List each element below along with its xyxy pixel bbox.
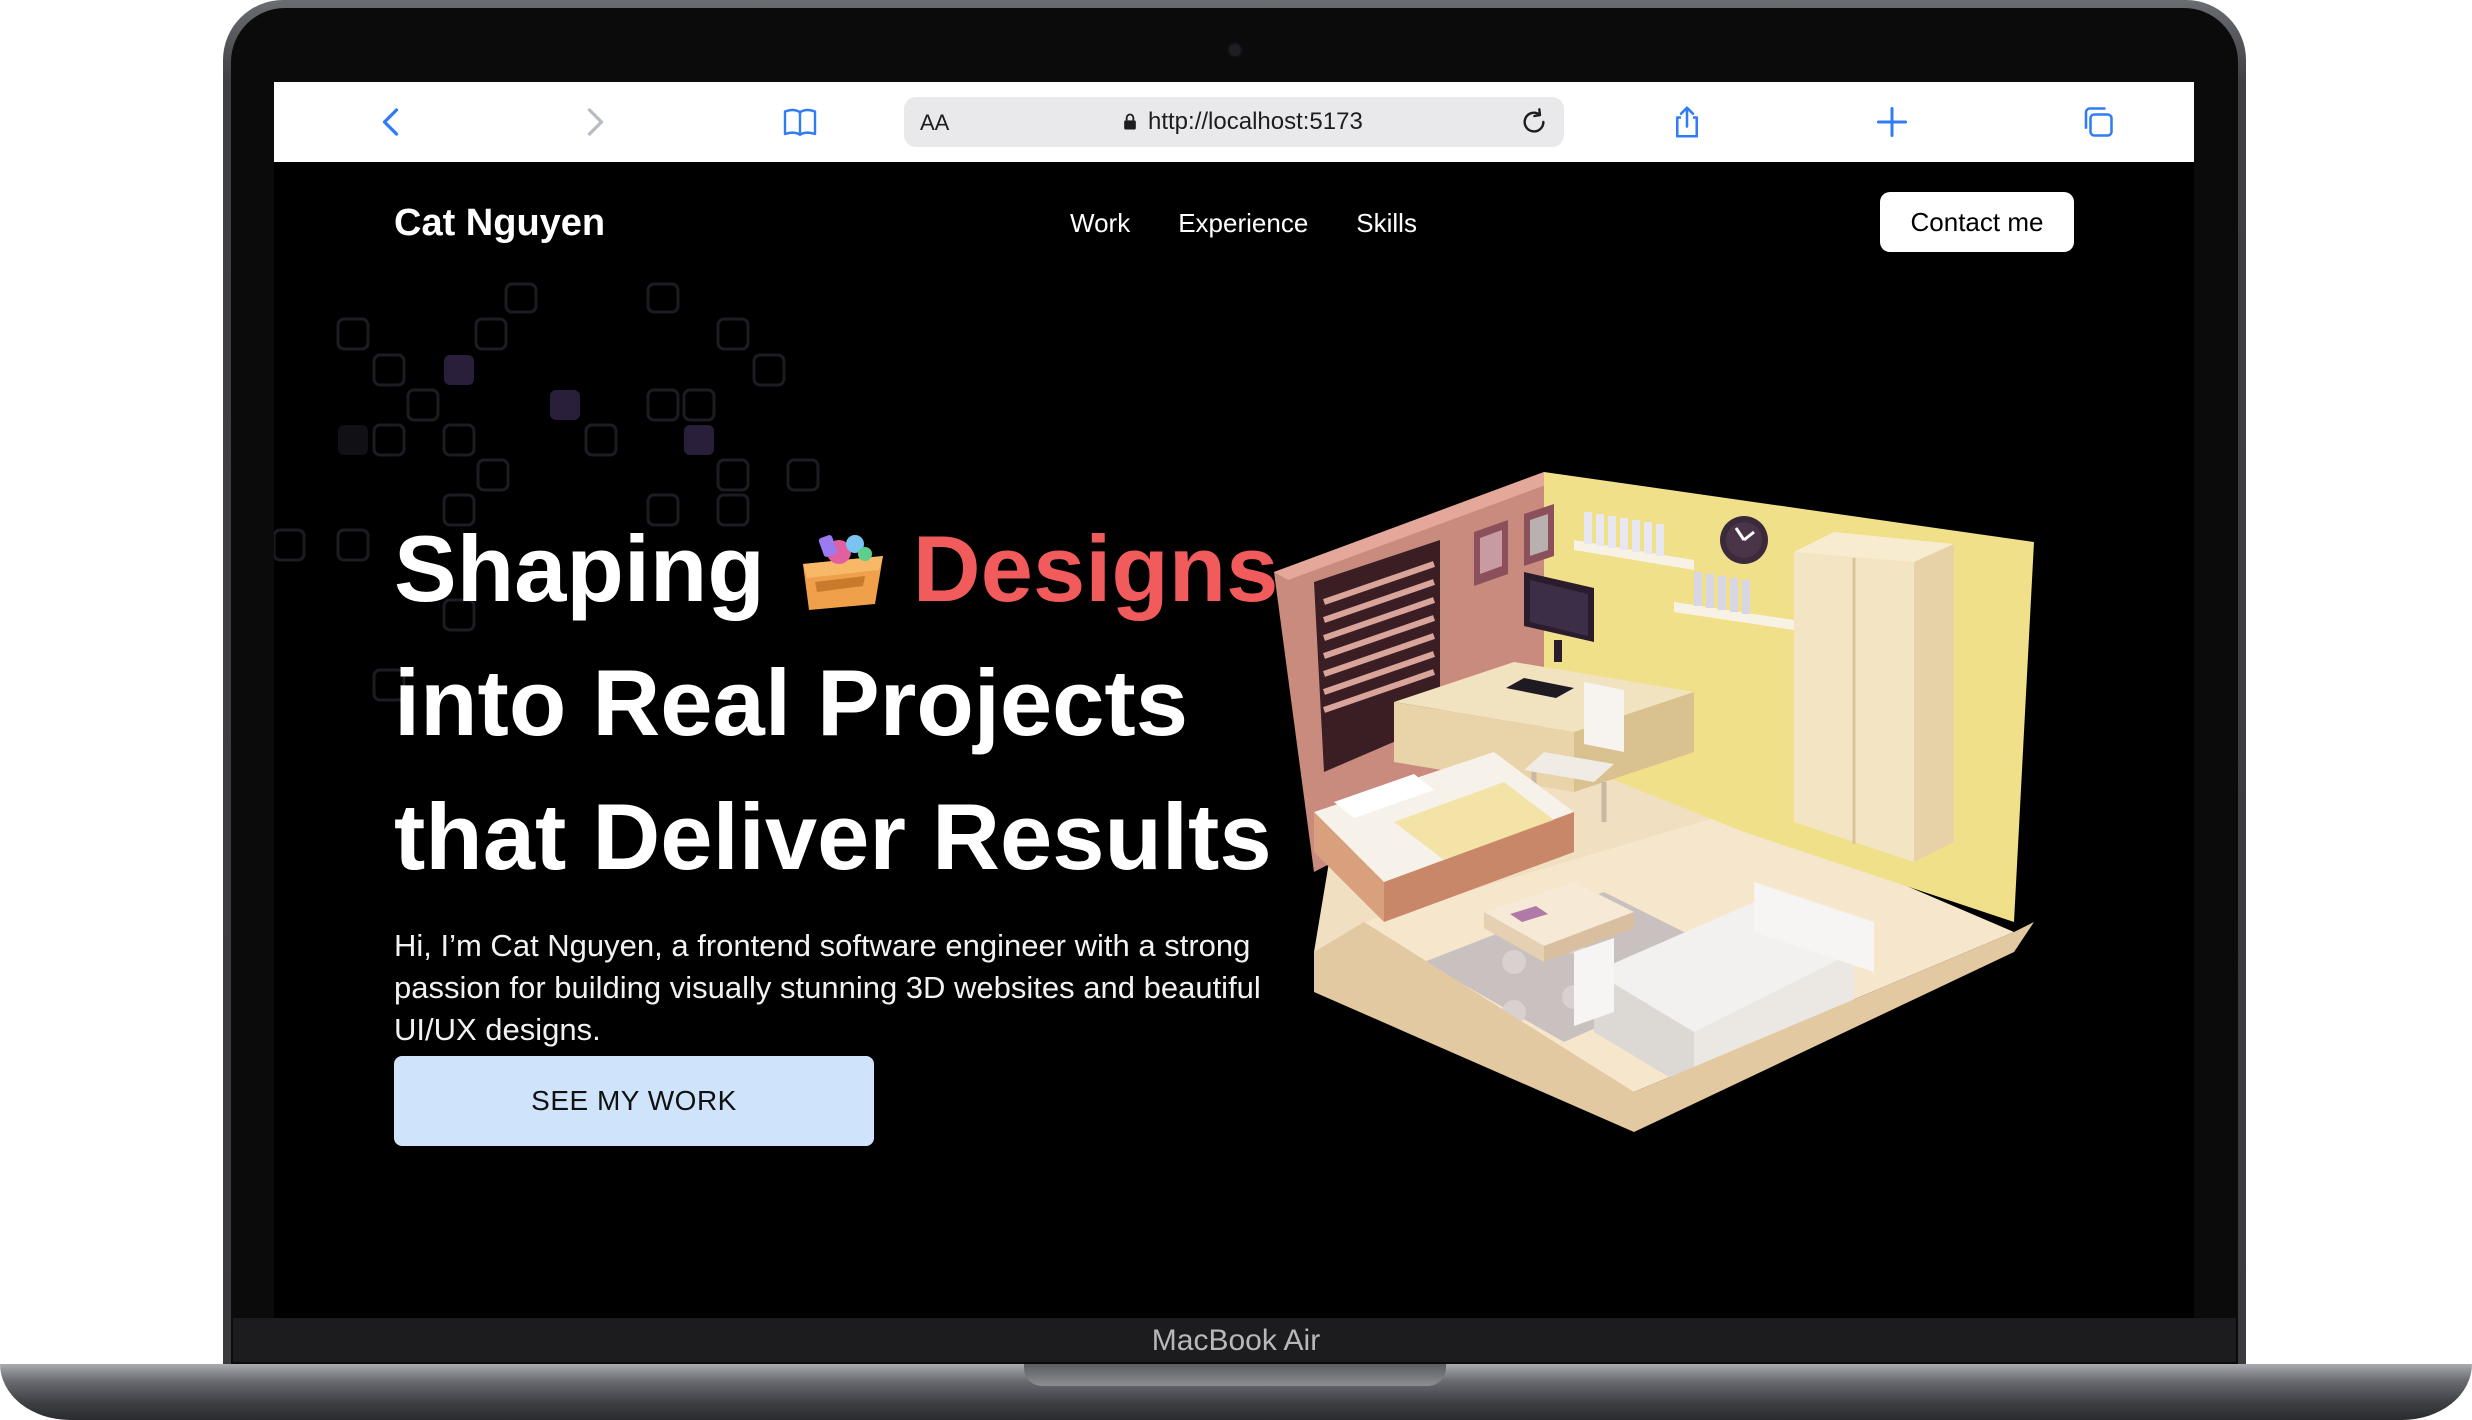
lock-icon (1124, 113, 1136, 130)
isometric-room-illustration (1274, 472, 2034, 1132)
hero-intro: Hi, I’m Cat Nguyen, a frontend software … (394, 928, 1261, 1047)
nav-experience[interactable]: Experience (1178, 208, 1308, 239)
url-text: http://localhost:5173 (1148, 108, 1363, 135)
share-icon[interactable] (1667, 102, 1707, 142)
hero-headline: Shaping Designs into Real Projects that … (394, 502, 1278, 904)
text-size-button[interactable]: AA (920, 110, 949, 136)
web-page: Cat Nguyen Work Experience Skills Contac… (274, 162, 2194, 1318)
headline-accent-designs: Designs (912, 516, 1279, 621)
nav-work[interactable]: Work (1070, 208, 1130, 239)
browser-toolbar: AA http://localhost:5173 (274, 82, 2194, 162)
forward-icon[interactable] (574, 102, 614, 142)
main-nav: Work Experience Skills (1070, 208, 1417, 239)
back-icon[interactable] (372, 102, 412, 142)
headline-word-shaping: Shaping (394, 516, 765, 621)
bookmarks-icon[interactable] (780, 102, 820, 142)
device-label: MacBook Air (1151, 1324, 1321, 1357)
contact-button[interactable]: Contact me (1880, 192, 2074, 252)
new-tab-icon[interactable] (1872, 102, 1912, 142)
headline-line-3: that Deliver Results (394, 784, 1272, 889)
headline-line-2: into Real Projects (394, 650, 1188, 755)
design-box-icon (802, 535, 883, 610)
screen: AA http://localhost:5173 Cat Nguyen Work… (274, 82, 2194, 1318)
camera-icon (1229, 44, 1241, 56)
nav-skills[interactable]: Skills (1356, 208, 1417, 239)
address-bar[interactable]: AA http://localhost:5173 (904, 97, 1564, 147)
tabs-overview-icon[interactable] (2078, 102, 2118, 142)
site-logo[interactable]: Cat Nguyen (394, 202, 605, 245)
reload-icon[interactable] (1514, 102, 1554, 142)
see-my-work-button[interactable]: SEE MY WORK (394, 1056, 874, 1146)
lid-notch (1024, 1364, 1446, 1386)
